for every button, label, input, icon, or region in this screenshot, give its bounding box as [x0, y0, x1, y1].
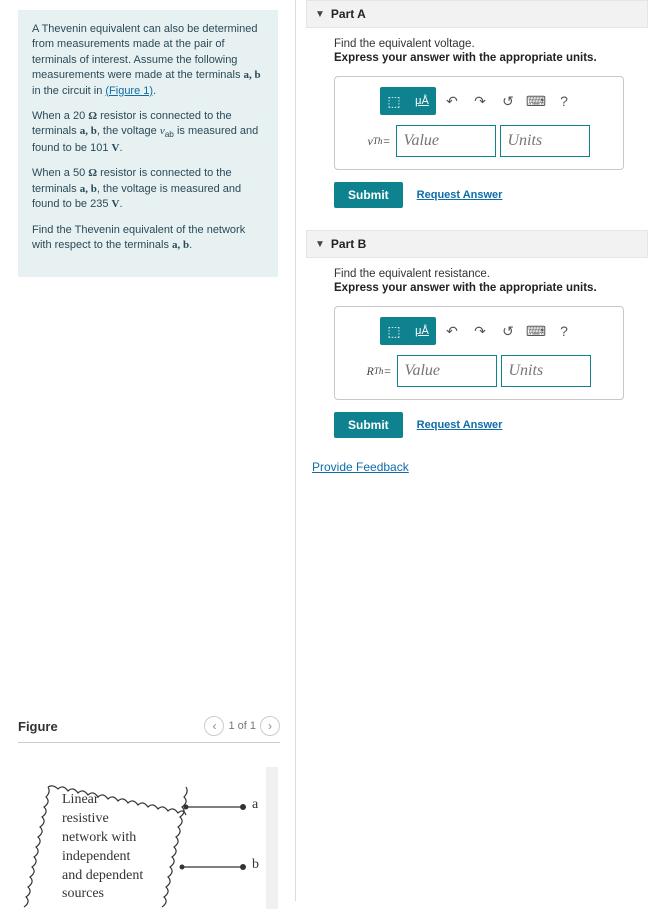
ohm-symbol: Ω: [88, 110, 97, 122]
column-divider: [295, 0, 296, 901]
text: When a 50: [32, 167, 88, 179]
undo-button[interactable]: ↶: [438, 87, 466, 115]
network-box-text: Linear resistive network with independen…: [62, 791, 182, 904]
text: sources: [62, 886, 104, 901]
text: Linear: [62, 792, 99, 807]
units-picker-button[interactable]: μÅ: [408, 317, 436, 345]
terminals-ref: a, b: [244, 69, 261, 81]
var-sub: Th: [374, 366, 384, 376]
text: and dependent: [62, 868, 143, 883]
part-b-units-input[interactable]: [501, 355, 591, 387]
text: When a 20: [32, 110, 88, 122]
terminals-ref: a, b: [172, 239, 189, 251]
figure-title: Figure: [18, 719, 58, 734]
part-a-variable-label: vTh =: [368, 125, 393, 157]
text: independent: [62, 849, 130, 864]
templates-button[interactable]: ⬚: [380, 87, 408, 115]
problem-para-4: Find the Thevenin equivalent of the netw…: [32, 223, 264, 254]
terminal-a-label: a: [252, 797, 258, 813]
figure-prev-button[interactable]: ‹: [204, 716, 224, 736]
problem-para-3: When a 50 Ω resistor is connected to the…: [32, 166, 264, 212]
part-a-value-input[interactable]: [396, 125, 496, 157]
part-b-express: Express your answer with the appropriate…: [334, 282, 648, 294]
figure-canvas: ▴ Linear resistive network with independ…: [18, 767, 278, 917]
part-b-value-input[interactable]: [397, 355, 497, 387]
text: .: [153, 85, 156, 97]
terminals-ref: a, b: [80, 183, 97, 195]
figure-link[interactable]: (Figure 1): [105, 85, 153, 97]
reset-button[interactable]: ↺: [494, 87, 522, 115]
text: Find the Thevenin equivalent of the netw…: [32, 224, 245, 251]
part-a-express: Express your answer with the appropriate…: [334, 52, 648, 64]
part-b-submit-button[interactable]: Submit: [334, 412, 403, 438]
figure-panel: Figure ‹ 1 of 1 › ▴: [18, 716, 280, 917]
part-a-find: Find the equivalent voltage.: [334, 38, 648, 50]
undo-button[interactable]: ↶: [438, 317, 466, 345]
part-b-variable-label: RTh =: [367, 355, 394, 387]
part-a-body: Find the equivalent voltage. Express you…: [334, 38, 648, 208]
equals: =: [382, 134, 390, 149]
terminal-b-dot: [240, 864, 246, 870]
text: , the voltage: [97, 125, 160, 137]
text: resistive: [62, 811, 109, 826]
keyboard-button[interactable]: ⌨: [522, 87, 550, 115]
terminals-ref: a, b: [80, 125, 97, 137]
var-sub: Th: [373, 136, 383, 146]
redo-button[interactable]: ↷: [466, 317, 494, 345]
terminal-b-label: b: [252, 857, 259, 873]
terminal-a-dot: [240, 804, 246, 810]
text: A Thevenin equivalent can also be determ…: [32, 23, 257, 81]
caret-down-icon: ▼: [315, 239, 325, 250]
part-a-header[interactable]: ▼ Part A: [306, 0, 648, 28]
part-b-header[interactable]: ▼ Part B: [306, 230, 648, 258]
part-a-answer-box: ⬚ μÅ ↶ ↷ ↺ ⌨ ? vTh =: [334, 76, 624, 170]
cloud-left: [24, 787, 49, 907]
keyboard-button[interactable]: ⌨: [522, 317, 550, 345]
text: in the circuit in: [32, 85, 105, 97]
redo-button[interactable]: ↷: [466, 87, 494, 115]
part-a-toolbar: ⬚ μÅ ↶ ↷ ↺ ⌨ ?: [345, 87, 613, 115]
var-symbol: R: [367, 364, 374, 379]
ohm-symbol: Ω: [88, 167, 97, 179]
figure-scrollbar[interactable]: ▴: [266, 767, 278, 909]
text: network with: [62, 830, 136, 845]
caret-down-icon: ▼: [315, 9, 325, 20]
templates-button[interactable]: ⬚: [380, 317, 408, 345]
provide-feedback-link[interactable]: Provide Feedback: [312, 460, 409, 474]
problem-statement: A Thevenin equivalent can also be determ…: [18, 10, 278, 277]
part-b-request-answer-link[interactable]: Request Answer: [417, 419, 503, 431]
part-a-units-input[interactable]: [500, 125, 590, 157]
figure-pager: ‹ 1 of 1 ›: [204, 716, 280, 736]
problem-para-1: A Thevenin equivalent can also be determ…: [32, 22, 264, 99]
text: .: [119, 142, 122, 154]
part-b-find: Find the equivalent resistance.: [334, 268, 648, 280]
part-a-request-answer-link[interactable]: Request Answer: [417, 189, 503, 201]
help-button[interactable]: ?: [550, 317, 578, 345]
part-b-toolbar: ⬚ μÅ ↶ ↷ ↺ ⌨ ?: [345, 317, 613, 345]
figure-next-button[interactable]: ›: [260, 716, 280, 736]
part-b-answer-box: ⬚ μÅ ↶ ↷ ↺ ⌨ ? RTh =: [334, 306, 624, 400]
var-sub: ab: [165, 131, 174, 140]
problem-para-2: When a 20 Ω resistor is connected to the…: [32, 109, 264, 157]
text: .: [119, 198, 122, 210]
node-a-dot: [184, 805, 189, 810]
part-a-title: Part A: [331, 7, 366, 21]
part-b-title: Part B: [331, 237, 366, 251]
reset-button[interactable]: ↺: [494, 317, 522, 345]
figure-page-label: 1 of 1: [228, 720, 256, 732]
units-picker-button[interactable]: μÅ: [408, 87, 436, 115]
text: .: [189, 239, 192, 251]
part-a-submit-button[interactable]: Submit: [334, 182, 403, 208]
help-button[interactable]: ?: [550, 87, 578, 115]
part-b-body: Find the equivalent resistance. Express …: [334, 268, 648, 438]
equals: =: [383, 364, 391, 379]
